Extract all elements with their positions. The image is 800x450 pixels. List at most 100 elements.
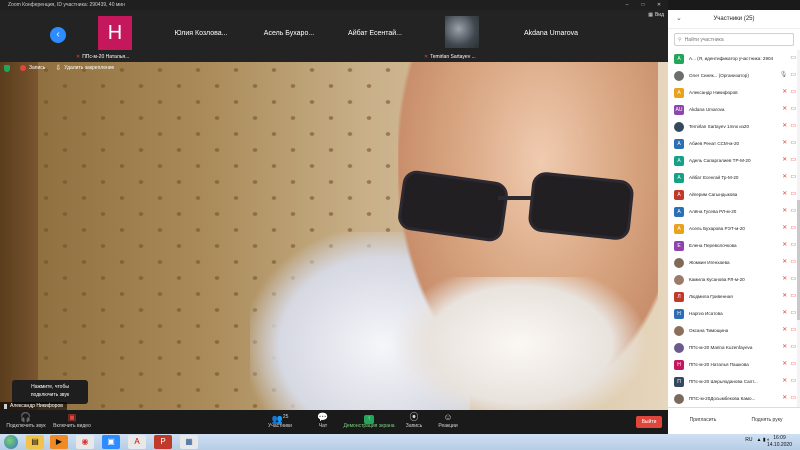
avatar [674,70,684,81]
system-clock[interactable]: 16:09 14.10.2020 [767,435,792,449]
participant-row[interactable]: Е Елена Переволочкова ✕ ▭ [668,237,800,254]
gallery-thumb[interactable]: Айбат Есентай... [332,10,418,62]
participant-row[interactable]: ППс-м-20 Marina Kuzenfayeva ✕ ▭ [668,339,800,356]
join-audio-button[interactable]: 🎧 Подключить звук [4,412,48,429]
avatar: П [674,376,684,387]
maximize-button[interactable]: □ [638,0,648,10]
participant-row[interactable]: Н ППс-м-20 Наталья Пашкова ✕ ▭ [668,356,800,373]
participant-row[interactable]: Олег Синяк... (Организатор) 🎙 ▭ [668,67,800,84]
video-off-icon: ▭ [790,293,796,299]
avatar: A [674,53,684,64]
app-icon[interactable]: ▦ [180,435,198,449]
gallery-thumb[interactable]: Юлия Козлова... [158,10,244,62]
signal-icon [4,403,7,409]
video-off-icon: ▭ [790,378,796,384]
close-window-button[interactable]: ✕ [654,0,664,10]
participant-row[interactable]: A A... (Я, идентификатор участника: 29043… [668,50,800,67]
participant-photo [445,16,479,48]
mic-muted-icon: ✕ [782,310,788,316]
powerpoint-icon[interactable]: P [154,435,172,449]
participant-row[interactable]: П ППс-м-20 Шерьяоданова Салт... ✕ ▭ [668,373,800,390]
minimize-button[interactable]: – [622,0,632,10]
start-video-button[interactable]: ▣ Включить видео [50,412,94,429]
mic-muted-icon: ✕ [782,242,788,248]
participant-row[interactable]: Temirlan Sartayev 1mnк из20 ✕ ▭ [668,118,800,135]
search-icon: ⚲ [678,36,682,43]
pin-icon: ⇩ [55,65,62,72]
curtain [0,62,38,410]
media-player-icon[interactable]: ▶ [50,435,68,449]
unpin-button[interactable]: ⇩ Удалить закрепление [55,64,114,72]
thumb-name: Асель Бухаро... [263,30,315,37]
participant-name: A... (Я, идентификатор участника: 290439… [689,56,773,61]
participant-row[interactable]: AU Akdana Umarova ✕ ▭ [668,101,800,118]
leave-button[interactable]: Выйти [636,416,662,428]
share-screen-button[interactable]: ↑ Демонстрация экрана [340,412,398,429]
video-off-icon: ▭ [790,225,796,231]
participant-name: Жомкин Игенхаева [689,260,730,265]
participant-row[interactable]: ППС-м-20Досымбекова Камо... ✕ ▭ [668,390,800,407]
avatar: А [674,206,684,217]
participant-row[interactable]: А Айгерим Сагындыкова ✕ ▭ [668,186,800,203]
video-off-icon: ▭ [790,242,796,248]
mic-muted-icon: ✕ [782,395,788,401]
participant-name: ППс-м-20 Наталья Пашкова [689,362,749,367]
record-button[interactable]: ⦿ Запись [400,412,428,429]
gallery-thumb[interactable]: Akdana Umarova [508,10,594,62]
avatar [674,257,684,268]
folder-icon[interactable]: ▤ [26,435,44,449]
meeting-info-bar: Запись ⇩ Удалить закрепление [4,64,114,72]
mic-muted-icon: ✕ [782,259,788,265]
chrome-icon[interactable]: ◉ [76,435,94,449]
participant-row[interactable]: А Адель Сапаргалиев ТР-М-20 ✕ ▭ [668,152,800,169]
zoom-icon[interactable]: ▣ [102,435,120,449]
participant-name: Асель Бухарова РЭТ-м-20 [689,226,745,231]
participant-name: Абиев Ренат ССМ-м-20 [689,141,740,146]
participant-row[interactable]: Н Наргиз Исатова ✕ ▭ [668,305,800,322]
participant-name: Алёна Гусева РЛ-м-20 [689,209,737,214]
chat-button[interactable]: 💬 Чат [310,412,336,429]
gallery-strip: ‹ Н ✕ ППс-м-20 Наталья... Юлия Козлова...… [0,10,668,62]
acrobat-icon[interactable]: A [128,435,146,449]
mic-muted-icon: ✕ [424,54,429,60]
language-indicator[interactable]: RU [745,437,752,443]
video-off-icon: ▭ [790,276,796,282]
invite-button[interactable]: Пригласить [676,415,730,425]
participant-row[interactable]: А Абиев Ренат ССМ-м-20 ✕ ▭ [668,135,800,152]
participant-row[interactable]: А Айбат Есенгай Тр-М-20 ✕ ▭ [668,169,800,186]
reactions-button[interactable]: ☺ Реакции [434,412,462,429]
participant-row[interactable]: Жомкин Игенхаева ✕ ▭ [668,254,800,271]
security-indicator[interactable] [4,64,10,72]
search-input[interactable] [684,36,785,43]
chat-icon: 💬 [317,412,329,422]
recording-indicator[interactable]: Запись [20,65,45,71]
mic-muted-icon: ✕ [782,106,788,112]
participant-row[interactable]: A Александр Никифоров ✕ ▭ [668,84,800,101]
video-off-icon: ▭ [790,208,796,214]
mic-muted-icon: ✕ [76,54,81,60]
mic-muted-icon: ✕ [782,344,788,350]
participant-row[interactable]: А Асель Бухарова РЭТ-м-20 ✕ ▭ [668,220,800,237]
unmute-tooltip[interactable]: Нажмите, чтобы подключить звук [12,380,88,404]
participants-button[interactable]: 👥25 Участники [262,412,298,429]
video-off-icon: ▭ [790,174,796,180]
gallery-thumb[interactable]: Н ✕ ППс-м-20 Наталья... [72,10,158,62]
video-off-icon: ▭ [790,55,796,61]
view-button[interactable]: ▦ Вид [648,12,664,18]
gallery-thumb[interactable]: ✕ Temirlan Sartayev ... [420,10,506,62]
chevron-left-icon[interactable]: ‹ [50,27,66,43]
participant-row[interactable]: Л Людмила Гривенная ✕ ▭ [668,288,800,305]
speaker-glasses [396,168,635,244]
start-button[interactable] [4,435,18,449]
avatar [674,274,684,285]
participant-row[interactable]: Камила Кусанова РЛ-м-20 ✕ ▭ [668,271,800,288]
participant-row[interactable]: А Алёна Гусева РЛ-м-20 ✕ ▭ [668,203,800,220]
participant-row[interactable]: Оксана Тимощина ✕ ▭ [668,322,800,339]
search-box: ⚲ [674,33,794,46]
video-off-icon: ▭ [790,395,796,401]
gallery-thumb[interactable]: Асель Бухаро... [246,10,332,62]
participant-name: Akdana Umarova [689,107,725,112]
thumb-name: Айбат Есентай... [348,30,402,37]
chevron-down-icon[interactable]: ⌄ [676,14,682,22]
raise-hand-button[interactable]: Поднять руку [740,415,794,425]
